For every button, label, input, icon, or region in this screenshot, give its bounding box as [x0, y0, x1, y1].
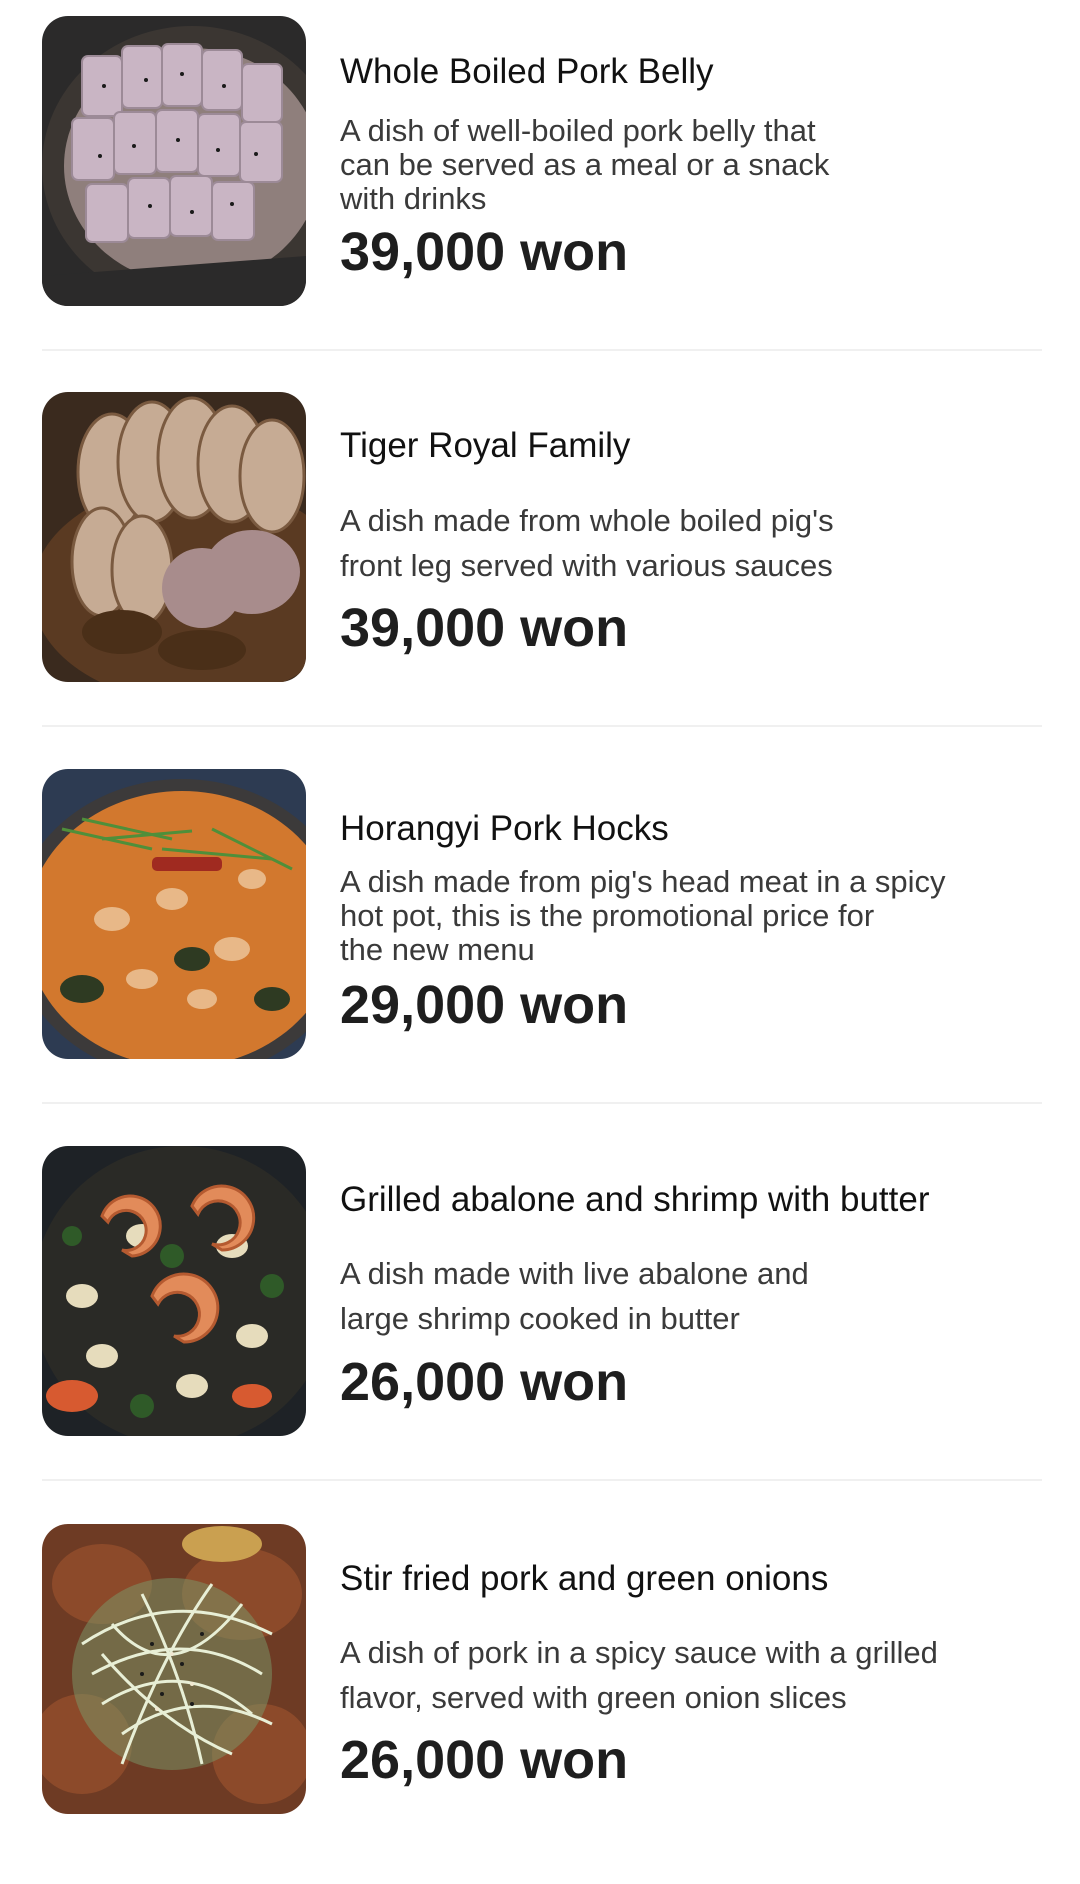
item-price: 39,000 won [340, 222, 629, 282]
item-name: Horangyi Pork Hocks [340, 809, 669, 848]
menu-item[interactable]: Horangyi Pork Hocks A dish made from pig… [0, 753, 1080, 1129]
item-price: 39,000 won [340, 598, 629, 658]
menu-list: Whole Boiled Pork Belly A dish of well-b… [0, 0, 1080, 1846]
spicy-hot-pot-photo[interactable] [42, 769, 306, 1059]
item-description: A dish made from whole boiled pig's fron… [340, 503, 834, 583]
divider [42, 349, 1042, 351]
divider [42, 1102, 1042, 1104]
item-name: Tiger Royal Family [340, 426, 631, 465]
item-description: A dish of pork in a spicy sauce with a g… [340, 1635, 938, 1715]
item-name: Whole Boiled Pork Belly [340, 52, 714, 91]
stir-fried-pork-photo[interactable] [42, 1524, 306, 1814]
menu-item[interactable]: Whole Boiled Pork Belly A dish of well-b… [0, 0, 1080, 376]
item-description: A dish made from pig's head meat in a sp… [340, 864, 946, 967]
menu-item[interactable]: Grilled abalone and shrimp with butter A… [0, 1130, 1080, 1506]
item-name: Stir fried pork and green onions [340, 1559, 829, 1598]
item-description: A dish of well-boiled pork belly that ca… [340, 113, 830, 216]
divider [42, 1479, 1042, 1481]
item-price: 29,000 won [340, 975, 629, 1035]
boiled-pork-leg-photo[interactable] [42, 392, 306, 682]
menu-item[interactable]: Stir fried pork and green onions A dish … [0, 1508, 1080, 1884]
menu-item[interactable]: Tiger Royal Family A dish made from whol… [0, 376, 1080, 752]
item-name: Grilled abalone and shrimp with butter [340, 1180, 930, 1219]
abalone-shrimp-photo[interactable] [42, 1146, 306, 1436]
divider [42, 725, 1042, 727]
boiled-pork-belly-photo[interactable] [42, 16, 306, 306]
item-price: 26,000 won [340, 1352, 629, 1412]
item-description: A dish made with live abalone and large … [340, 1256, 809, 1336]
item-price: 26,000 won [340, 1730, 629, 1790]
